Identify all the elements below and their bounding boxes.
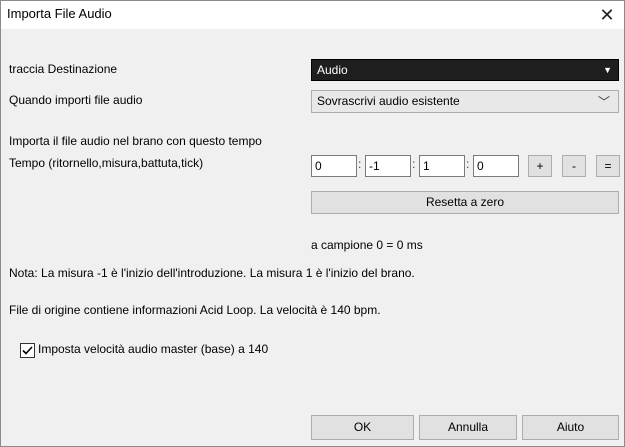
- destination-value: Audio: [317, 63, 348, 77]
- cancel-button[interactable]: Annulla: [419, 415, 517, 440]
- tempo-chorus-field[interactable]: 0: [311, 155, 357, 177]
- tempo-tick-value: 0: [477, 159, 484, 173]
- close-button[interactable]: ✕: [590, 1, 624, 29]
- colon-separator: :: [466, 157, 470, 171]
- reset-to-zero-button[interactable]: Resetta a zero: [311, 191, 619, 214]
- destination-label: traccia Destinazione: [9, 62, 118, 76]
- title-bar: Importa File Audio ✕: [1, 1, 624, 29]
- destination-dropdown[interactable]: Audio ▼: [311, 59, 619, 81]
- import-mode-label: Quando importi file audio: [9, 93, 143, 107]
- tempo-beat-field[interactable]: 1: [419, 155, 465, 177]
- sample-position-text: a campione 0 = 0 ms: [311, 238, 423, 252]
- checkmark-icon: [22, 346, 33, 355]
- tempo-bar-field[interactable]: -1: [365, 155, 411, 177]
- note-text: Nota: La misura -1 è l'inizio dell'intro…: [9, 266, 415, 280]
- close-icon: ✕: [599, 5, 615, 25]
- acid-loop-info-text: File di origine contiene informazioni Ac…: [9, 303, 381, 317]
- tempo-chorus-value: 0: [315, 159, 322, 173]
- master-speed-label: Imposta velocità audio master (base) a 1…: [38, 342, 269, 356]
- equals-button[interactable]: =: [596, 155, 620, 177]
- tempo-intro-text: Importa il file audio nel brano con ques…: [9, 134, 262, 148]
- master-speed-checkbox[interactable]: [20, 343, 35, 358]
- import-audio-dialog: Importa File Audio ✕ traccia Destinazion…: [0, 0, 625, 447]
- minus-button[interactable]: -: [562, 155, 586, 177]
- import-mode-dropdown[interactable]: Sovrascrivi audio esistente ﹀: [311, 90, 619, 113]
- import-mode-value: Sovrascrivi audio esistente: [317, 94, 460, 108]
- dropdown-arrow-icon: ▼: [603, 65, 612, 75]
- plus-button[interactable]: +: [528, 155, 552, 177]
- tempo-beat-value: 1: [423, 159, 430, 173]
- tempo-tick-field[interactable]: 0: [473, 155, 519, 177]
- chevron-down-icon: ﹀: [597, 95, 610, 109]
- dialog-title: Importa File Audio: [7, 6, 112, 21]
- colon-separator: :: [412, 157, 416, 171]
- ok-button[interactable]: OK: [311, 415, 414, 440]
- tempo-label: Tempo (ritornello,misura,battuta,tick): [9, 156, 204, 170]
- tempo-bar-value: -1: [369, 159, 380, 173]
- help-button[interactable]: Aiuto: [522, 415, 619, 440]
- colon-separator: :: [358, 157, 362, 171]
